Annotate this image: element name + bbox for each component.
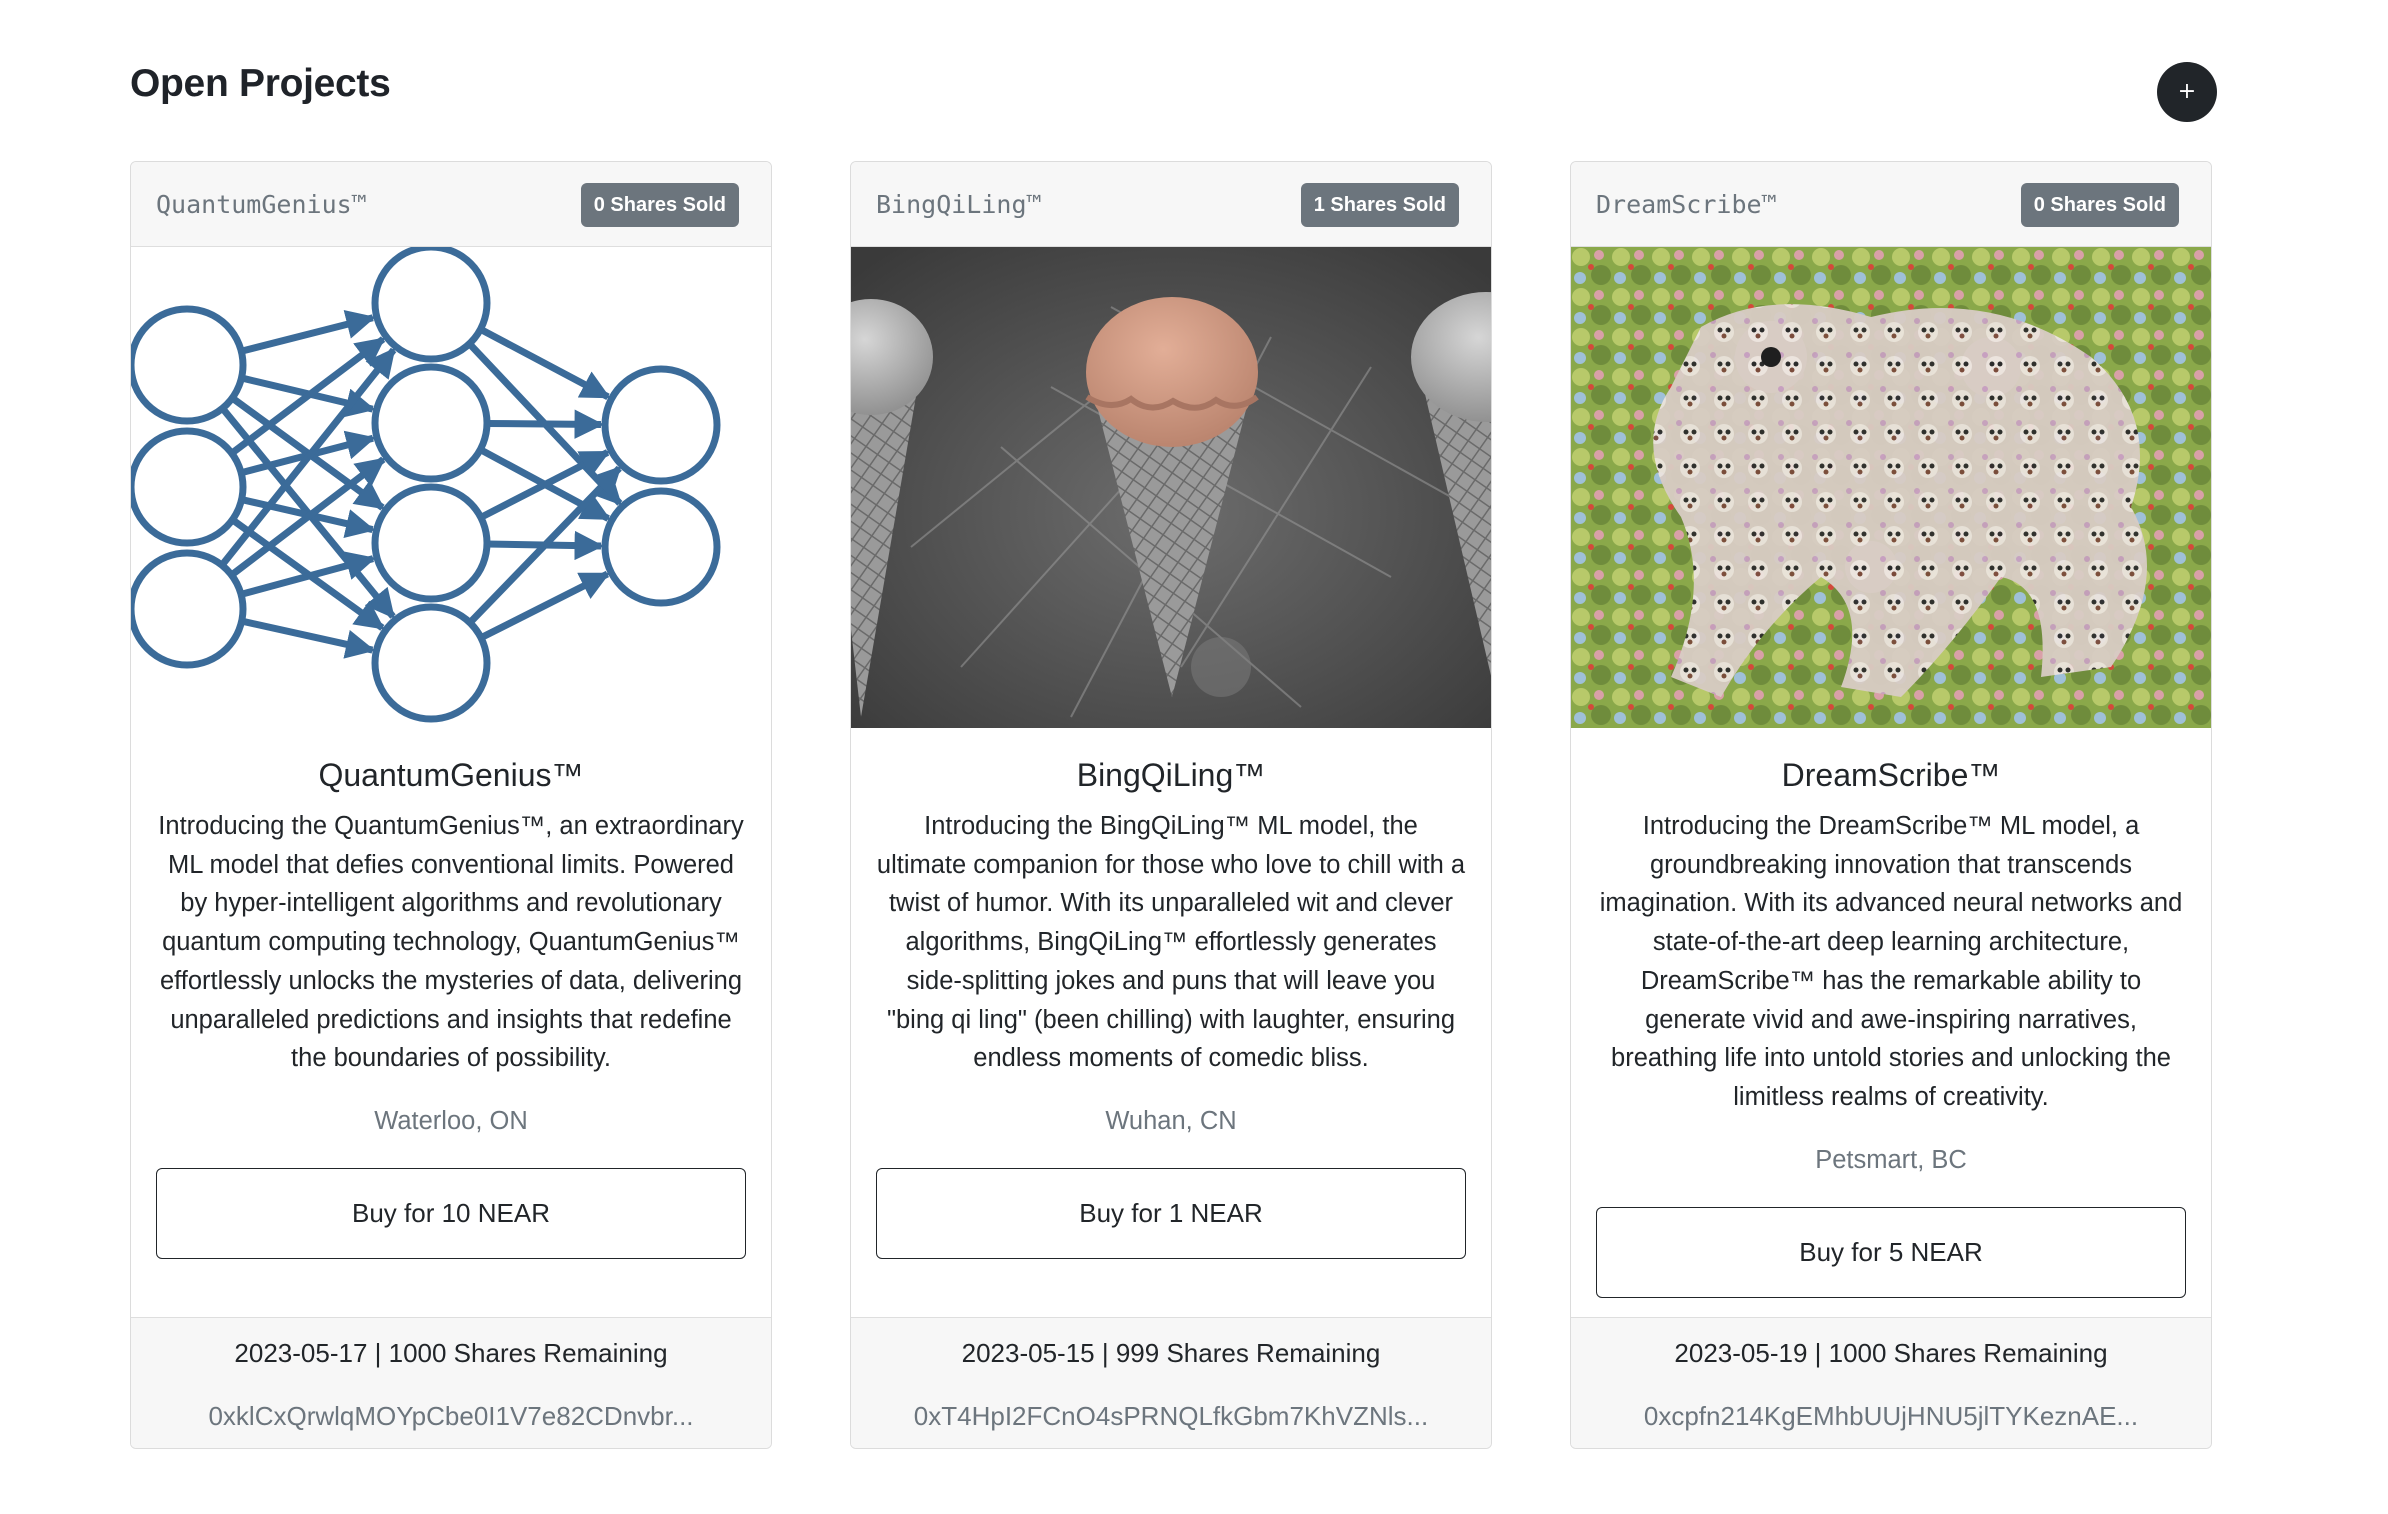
card-header: DreamScribe™ 0 Shares Sold — [1571, 162, 2211, 247]
project-location: Petsmart, BC — [1815, 1145, 1967, 1174]
page-title: Open Projects — [130, 62, 391, 105]
buy-button[interactable]: Buy for 5 NEAR — [1596, 1206, 2186, 1298]
project-code-name: QuantumGenius™ — [156, 190, 367, 219]
card-footer: 2023-05-15 | 999 Shares Remaining 0xT4Hp… — [851, 1317, 1491, 1448]
project-meta: 2023-05-19 | 1000 Shares Remaining — [1674, 1338, 2108, 1368]
network-node — [371, 363, 491, 483]
network-node — [131, 305, 247, 425]
add-project-button[interactable]: + — [2157, 62, 2217, 122]
network-node — [131, 549, 247, 669]
card-body: BingQiLing™ Introducing the BingQiLing™ … — [851, 755, 1491, 1259]
project-meta: 2023-05-15 | 999 Shares Remaining — [961, 1338, 1381, 1368]
shares-sold-badge: 1 Shares Sold — [1300, 183, 1459, 227]
project-card-dreamscribe: DreamScribe™ 0 Shares Sold DreamScribe™ … — [1570, 161, 2212, 1449]
network-node — [371, 483, 491, 603]
network-node — [371, 247, 491, 363]
project-description: Introducing the QuantumGenius™, an extra… — [158, 812, 744, 1073]
project-image-dream — [1571, 247, 2211, 728]
project-address: 0xklCxQrwlqMOYpCbe0I1V7e82CDnvbr... — [208, 1401, 694, 1431]
card-body: DreamScribe™ Introducing the DreamScribe… — [1571, 755, 2211, 1298]
project-location: Wuhan, CN — [1105, 1106, 1237, 1135]
card-header: BingQiLing™ 1 Shares Sold — [851, 162, 1491, 247]
shares-sold-badge: 0 Shares Sold — [580, 183, 739, 227]
network-edge — [486, 409, 604, 439]
project-address: 0xT4HpI2FCnO4sPRNQLfkGbm7KhVZNls... — [913, 1401, 1429, 1431]
network-node — [601, 365, 721, 485]
network-node — [131, 427, 247, 547]
project-description: Introducing the DreamScribe™ ML model, a… — [1599, 812, 2183, 1111]
project-meta: 2023-05-17 | 1000 Shares Remaining — [234, 1338, 668, 1368]
card-body: QuantumGenius™ Introducing the QuantumGe… — [131, 755, 771, 1259]
network-node — [601, 487, 721, 607]
project-code-name: DreamScribe™ — [1596, 190, 1777, 219]
project-location: Waterloo, ON — [374, 1106, 528, 1135]
project-address: 0xcpfn214KgEMhbUUjHNU5jlTYKeznAE... — [1643, 1401, 2139, 1431]
project-image-neural-network — [131, 247, 771, 728]
project-title: DreamScribe™ — [1781, 757, 2001, 793]
project-title: BingQiLing™ — [1076, 757, 1266, 793]
project-image-ice-cream — [851, 247, 1491, 728]
shares-sold-badge: 0 Shares Sold — [2020, 183, 2179, 227]
card-footer: 2023-05-19 | 1000 Shares Remaining 0xcpf… — [1571, 1317, 2211, 1448]
project-code-name: BingQiLing™ — [876, 190, 1042, 219]
project-title: QuantumGenius™ — [318, 757, 584, 793]
buy-button[interactable]: Buy for 10 NEAR — [156, 1167, 746, 1259]
project-card-quantumgenius: QuantumGenius™ 0 Shares Sold QuantumGeni… — [130, 161, 772, 1449]
project-card-bingqiling: BingQiLing™ 1 Shares Sold BingQiLing™ In… — [850, 161, 1492, 1449]
network-node — [371, 603, 491, 723]
project-description: Introducing the BingQiLing™ ML model, th… — [876, 812, 1466, 1073]
card-header: QuantumGenius™ 0 Shares Sold — [131, 162, 771, 247]
buy-button[interactable]: Buy for 1 NEAR — [876, 1167, 1466, 1259]
card-footer: 2023-05-17 | 1000 Shares Remaining 0xklC… — [131, 1317, 771, 1448]
